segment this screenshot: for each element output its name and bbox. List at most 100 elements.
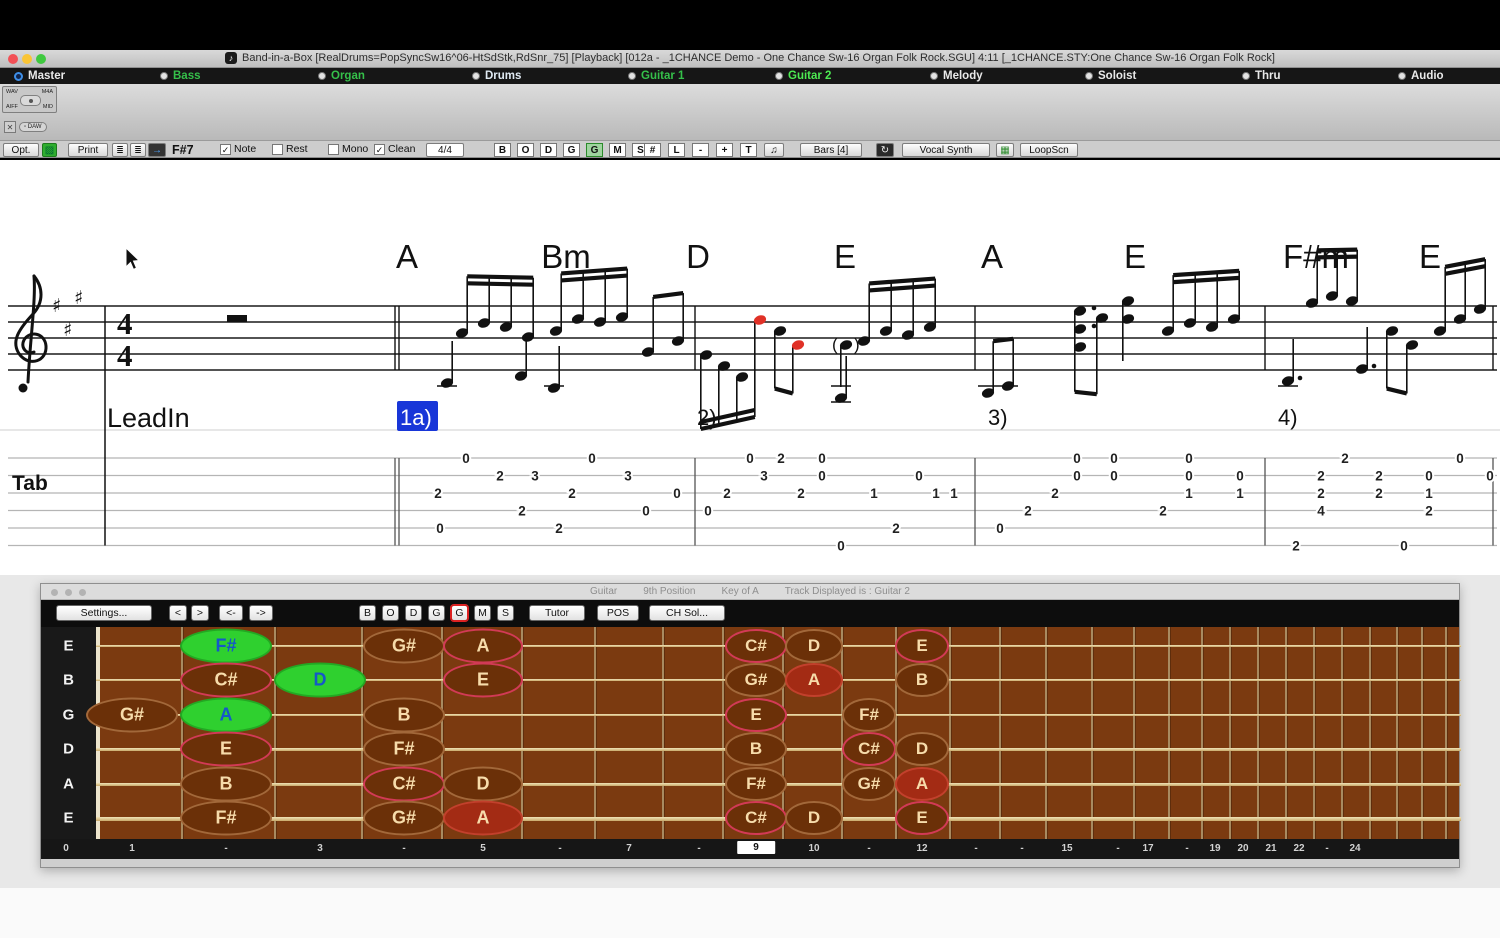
fret-number-5[interactable]: 5 (480, 843, 486, 854)
track-button-soloist[interactable]: Soloist (1085, 68, 1136, 84)
notation-options-button[interactable]: Opt. (3, 143, 39, 157)
chord-symbol-d[interactable]: D (686, 238, 710, 275)
fret-note-cs-s5-f9[interactable]: C# (725, 801, 787, 835)
fret-note-fs-s0-f2[interactable]: F# (180, 628, 272, 664)
mini-button-2[interactable]: - (692, 143, 709, 157)
guitar-track-letter-g-3[interactable]: G (428, 605, 445, 621)
prev-chord-button[interactable]: <- (219, 605, 243, 621)
zoom-window-button[interactable] (36, 54, 46, 64)
fret-note-a-s0-f5[interactable]: A (443, 628, 523, 664)
prev-button[interactable]: < (169, 605, 187, 621)
fret-number-18[interactable]: - (1185, 843, 1188, 854)
fret-number-13[interactable]: - (974, 843, 977, 854)
guitar-window[interactable]: Guitar 9th Position Key of A Track Displaye… (40, 583, 1461, 868)
fret-note-cs-s0-f9[interactable]: C# (725, 629, 787, 663)
fret-number-2[interactable]: - (224, 843, 227, 854)
fret-note-gs-s2-f1[interactable]: G# (86, 697, 178, 733)
notation-track-letter-o-1[interactable]: O (517, 143, 534, 157)
chord-symbol-bm[interactable]: Bm (541, 238, 591, 275)
track-button-organ[interactable]: Organ (318, 68, 365, 84)
notation-extra-icon-button[interactable]: ♫ (764, 143, 784, 157)
notation-track-letter-d-2[interactable]: D (540, 143, 557, 157)
m4a-label[interactable]: M4A (42, 89, 53, 95)
fret-number-19[interactable]: 19 (1209, 843, 1220, 854)
fret-note-a-s2-f2[interactable]: A (180, 697, 272, 733)
fret-note-gs-s4-f11[interactable]: G# (842, 767, 896, 801)
fret-note-cs-s3-f11[interactable]: C# (842, 732, 896, 766)
fret-note-b-s1-f12[interactable]: B (895, 663, 949, 697)
part-marker-label[interactable]: 4) (1278, 405, 1298, 430)
tutor-button[interactable]: Tutor (529, 605, 585, 621)
fret-note-fs-s3-f4[interactable]: F# (363, 731, 445, 767)
track-button-melody[interactable]: Melody (930, 68, 983, 84)
notation-mode-button[interactable]: ▨ (42, 143, 57, 157)
guitar-track-letter-o-1[interactable]: O (382, 605, 399, 621)
refresh-icon-button[interactable]: ↻ (876, 143, 894, 157)
fret-note-b-s2-f4[interactable]: B (363, 697, 445, 733)
pos-button[interactable]: POS (597, 605, 639, 621)
fret-note-a-s5-f5[interactable]: A (443, 800, 523, 836)
fret-note-fs-s4-f9[interactable]: F# (725, 767, 787, 801)
fret-number-17[interactable]: 17 (1142, 843, 1153, 854)
fret-note-e-s1-f5[interactable]: E (443, 662, 523, 698)
fret-note-cs-s1-f2[interactable]: C# (180, 662, 272, 698)
fret-number-11[interactable]: - (867, 843, 870, 854)
aiff-label[interactable]: AIFF (6, 104, 18, 110)
fret-number-8[interactable]: - (697, 843, 700, 854)
mini-button-4[interactable]: T (740, 143, 757, 157)
checkbox-box[interactable]: ✓ (220, 143, 231, 155)
fret-number-21[interactable]: 21 (1265, 843, 1276, 854)
staff-view-button-2[interactable]: ≣ (130, 143, 146, 157)
part-marker-label[interactable]: 3) (988, 405, 1008, 430)
print-button[interactable]: Print (68, 143, 108, 157)
fret-number-15[interactable]: 15 (1061, 843, 1072, 854)
format-center-button[interactable] (20, 95, 41, 106)
fret-note-a-s4-f12[interactable]: A (895, 767, 949, 801)
mid-label[interactable]: MID (43, 104, 53, 110)
fret-number-3[interactable]: 3 (317, 843, 323, 854)
vocal-synth-button[interactable]: Vocal Synth (902, 143, 990, 157)
checkbox-mono[interactable]: Mono (328, 143, 368, 155)
fret-note-e-s5-f12[interactable]: E (895, 801, 949, 835)
fret-note-gs-s1-f9[interactable]: G# (725, 663, 787, 697)
bars-button[interactable]: Bars [4] (800, 143, 862, 157)
guitar-track-letter-m-5[interactable]: M (474, 605, 491, 621)
mini-button-1[interactable]: L (668, 143, 685, 157)
fret-number-0[interactable]: 0 (63, 843, 69, 854)
loop-screen-icon-button[interactable]: → (148, 143, 166, 157)
file-format-panel[interactable]: WAV M4A AIFF MID (2, 86, 57, 113)
notation-track-letter-g-3[interactable]: G (563, 143, 580, 157)
plugin-icon[interactable]: ✕ (4, 121, 16, 133)
mini-button-3[interactable]: + (716, 143, 733, 157)
guitar-track-letter-g-4[interactable]: G (451, 605, 468, 621)
chord-symbol-a[interactable]: A (396, 238, 418, 275)
fret-number-22[interactable]: 22 (1293, 843, 1304, 854)
fret-note-d-s0-f10[interactable]: D (785, 629, 843, 663)
meter-field[interactable]: 4/4 (426, 143, 464, 157)
fret-note-a-s1-f10[interactable]: A (785, 663, 843, 697)
minimize-window-button[interactable] (22, 54, 32, 64)
staff-view-button-1[interactable]: ≣ (112, 143, 128, 157)
fret-number-24[interactable]: 24 (1349, 843, 1360, 854)
fret-note-cs-s4-f4[interactable]: C# (363, 766, 445, 802)
chord-symbol-a[interactable]: A (981, 238, 1003, 275)
mini-button-0[interactable]: # (644, 143, 661, 157)
track-button-thru[interactable]: Thru (1242, 68, 1281, 84)
fret-number-16[interactable]: - (1116, 843, 1119, 854)
fret-number-4[interactable]: - (402, 843, 405, 854)
checkbox-box[interactable] (328, 143, 339, 155)
track-button-guitar-2[interactable]: Guitar 2 (775, 68, 831, 84)
close-window-button[interactable] (8, 54, 18, 64)
checkbox-box[interactable]: ✓ (374, 143, 385, 155)
checkbox-rest[interactable]: Rest (272, 143, 308, 155)
chord-symbol-e[interactable]: E (834, 238, 856, 275)
fret-number-10[interactable]: 10 (808, 843, 819, 854)
guitar-track-letter-b-0[interactable]: B (359, 605, 376, 621)
notation-area[interactable]: ♯ ♯ ♯ 4 4 A Bm D E A E F#m E 1a) 2) 3) 4) LeadIn Tab 0 0 2 3 3 2… (0, 160, 1500, 575)
track-button-bass[interactable]: Bass (160, 68, 201, 84)
track-button-drums[interactable]: Drums (472, 68, 521, 84)
fret-number-9[interactable]: 9 (737, 841, 775, 854)
chord-symbol-e[interactable]: E (1124, 238, 1146, 275)
fret-number-1[interactable]: 1 (129, 843, 135, 854)
notation-track-letter-b-0[interactable]: B (494, 143, 511, 157)
